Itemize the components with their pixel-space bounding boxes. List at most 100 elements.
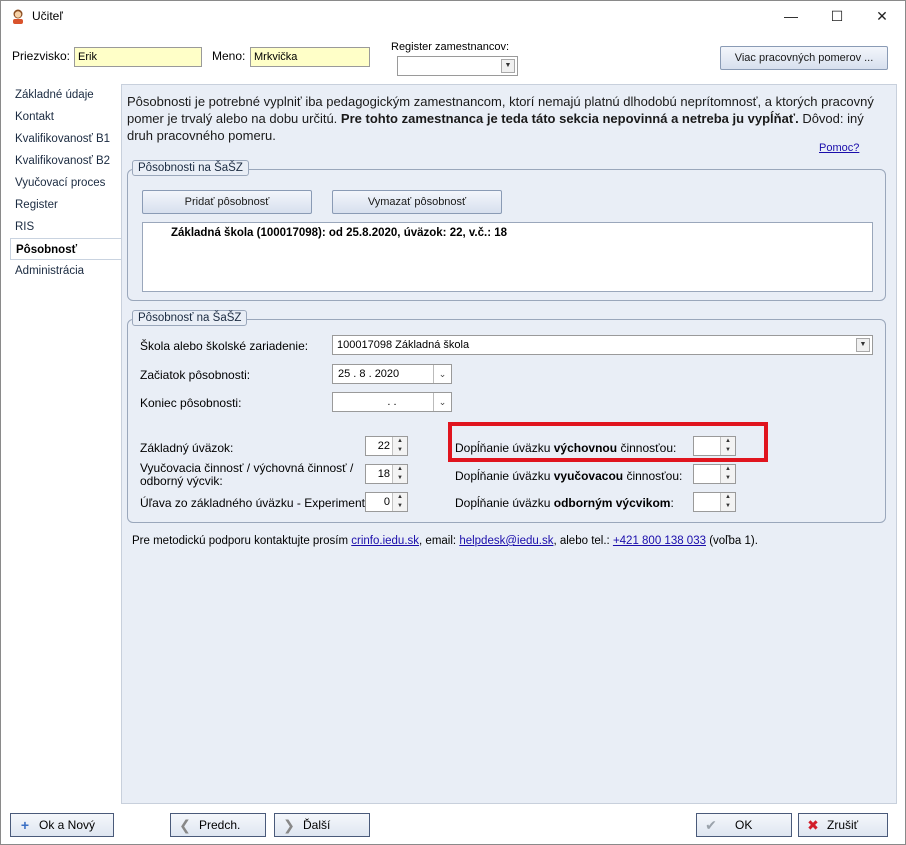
stepper-down-icon[interactable]: ▼ [721,502,735,511]
fill3-prefix: Dopĺňanie úväzku [455,496,551,510]
school-label: Škola alebo školské zariadenie: [140,339,309,353]
list-item[interactable]: Základná škola (100017098): od 25.8.2020… [171,227,507,239]
end-date-value: . . [387,396,397,408]
start-date-value: 25 . 8 . 2020 [338,368,400,380]
stepper-up-icon[interactable]: ▲ [393,465,407,474]
fill-prefix: Dopĺňanie úväzku [455,469,551,483]
teaching-label-line2: odborný výcvik: [140,474,223,488]
highlight-box [448,422,768,462]
school-select[interactable]: 100017098 Základná škola ▼ [332,335,873,355]
fill-teaching-stepper[interactable]: ▲ ▼ [693,464,736,484]
name-field[interactable]: Mrkvička [250,47,370,67]
sidebar: Základné údaje Kontakt Kvalifikovanosť B… [10,84,123,282]
stepper-up-icon[interactable]: ▲ [721,465,735,474]
dialog-window: Učiteľ — ☐ ✕ Priezvisko: Erik Meno: Mrkv… [0,0,906,845]
sidebar-item-register[interactable]: Register [10,194,122,216]
end-date-picker[interactable]: . . ⌄ [332,392,452,412]
ok-label: OK [735,818,753,832]
chevron-down-icon[interactable]: ▼ [856,338,870,352]
register-select[interactable]: ▼ [397,56,518,76]
stepper-up-icon[interactable]: ▲ [721,493,735,502]
sidebar-item-vyucovaci-proces[interactable]: Vyučovací proces [10,172,122,194]
fill-suffix: činnosťou: [626,469,683,483]
chevron-right-icon: ❯ [283,817,295,833]
fill3-bold: odborným výcvikom [553,496,671,510]
window-title: Učiteľ [32,9,63,23]
relief-label: Úľava zo základného úväzku - Experiment: [140,496,369,510]
start-date-picker[interactable]: 25 . 8 . 2020 ⌄ [332,364,452,384]
chevron-left-icon: ❮ [179,817,191,833]
prev-button[interactable]: ❮ Predch. [170,813,266,837]
support-text3: , alebo tel.: [553,535,610,547]
sidebar-item-kvalifikovanost-b2[interactable]: Kvalifikovanosť B2 [10,150,122,172]
name-label: Meno: [212,49,246,63]
chevron-down-icon[interactable]: ▼ [501,59,515,73]
sidebar-item-posobnost[interactable]: Pôsobnosť [10,238,123,260]
posobnosti-group: Pôsobnosti na ŠaŠZ Pridať pôsobnosť Vyma… [127,160,886,301]
stepper-up-icon[interactable]: ▲ [393,437,407,446]
footer-bar: + Ok a Nový ❮ Predch. ❯ Ďalší ✔ OK ✖ Zru… [1,807,905,844]
surname-field[interactable]: Erik [74,47,202,67]
cancel-label: Zrušiť [827,818,859,832]
posobnosti-list[interactable]: Základná škola (100017098): od 25.8.2020… [142,222,873,292]
basic-load-value: 22 [377,440,390,452]
delete-posobnost-button[interactable]: Vymazať pôsobnosť [332,190,502,214]
sidebar-item-kontakt[interactable]: Kontakt [10,106,122,128]
phone-link[interactable]: +421 800 138 033 [613,535,706,547]
relief-stepper[interactable]: 0 ▲ ▼ [365,492,408,512]
teaching-label: Vyučovacia činnosť / výchovná činnosť / … [140,462,353,488]
ok-new-label: Ok a Nový [39,818,96,832]
sidebar-item-ris[interactable]: RIS [10,216,122,238]
ok-new-button[interactable]: + Ok a Nový [10,813,114,837]
close-button[interactable]: ✕ [859,1,905,32]
support-text4: (voľba 1). [709,535,758,547]
fill3-suffix: : [670,496,674,510]
help-link[interactable]: Pomoc? [819,142,859,154]
posobnost-detail-group: Pôsobnosť na ŠaŠZ Škola alebo školské za… [127,310,886,523]
register-label: Register zamestnancov: [391,41,509,53]
prev-label: Predch. [199,818,241,832]
plus-icon: + [20,817,30,833]
intro-bold: Pre tohto zamestnanca je teda táto sekci… [340,111,799,126]
fill-teaching-label: Dopĺňanie úväzku vyučovacou činnosťou: [455,469,682,483]
end-date-label: Koniec pôsobnosti: [140,396,242,410]
teaching-stepper[interactable]: 18 ▲ ▼ [365,464,408,484]
minimize-button[interactable]: — [768,1,814,32]
surname-label: Priezvisko: [12,49,71,63]
relief-value: 0 [383,496,390,508]
posobnost-detail-legend: Pôsobnosť na ŠaŠZ [132,310,248,326]
school-value: 100017098 Základná škola [337,339,470,351]
calendar-dropdown-icon[interactable]: ⌄ [433,365,451,383]
crinfo-link[interactable]: crinfo.iedu.sk [351,535,419,547]
more-employments-button[interactable]: Viac pracovných pomerov ... [720,46,888,70]
checkmark-icon: ✔ [705,817,717,833]
teaching-value: 18 [377,468,390,480]
stepper-down-icon[interactable]: ▼ [393,502,407,511]
basic-load-stepper[interactable]: 22 ▲ ▼ [365,436,408,456]
sidebar-item-administracia[interactable]: Administrácia [10,260,122,282]
fill2-bold: vyučovacou [553,469,624,483]
ok-button[interactable]: ✔ OK [696,813,792,837]
title-bar: Učiteľ — ☐ ✕ [1,1,905,32]
intro-text: Pôsobnosti je potrebné vyplniť iba pedag… [127,93,887,144]
fill-vocational-stepper[interactable]: ▲ ▼ [693,492,736,512]
calendar-dropdown-icon[interactable]: ⌄ [433,393,451,411]
posobnosti-group-legend: Pôsobnosti na ŠaŠZ [132,160,249,176]
basic-load-label: Základný úväzok: [140,441,234,455]
next-label: Ďalší [303,818,331,832]
sidebar-item-kvalifikovanost-b1[interactable]: Kvalifikovanosť B1 [10,128,122,150]
stepper-down-icon[interactable]: ▼ [393,474,407,483]
helpdesk-email-link[interactable]: helpdesk@iedu.sk [459,535,553,547]
support-text1: Pre metodickú podporu kontaktujte prosím [132,535,349,547]
fill-vocational-label: Dopĺňanie úväzku odborným výcvikom: [455,496,674,510]
maximize-button[interactable]: ☐ [814,1,860,32]
start-date-label: Začiatok pôsobnosti: [140,368,251,382]
cancel-button[interactable]: ✖ Zrušiť [798,813,888,837]
sidebar-item-zakladne-udaje[interactable]: Základné údaje [10,84,122,106]
stepper-up-icon[interactable]: ▲ [393,493,407,502]
stepper-down-icon[interactable]: ▼ [393,446,407,455]
cancel-x-icon: ✖ [807,817,819,833]
stepper-down-icon[interactable]: ▼ [721,474,735,483]
add-posobnost-button[interactable]: Pridať pôsobnosť [142,190,312,214]
next-button[interactable]: ❯ Ďalší [274,813,370,837]
